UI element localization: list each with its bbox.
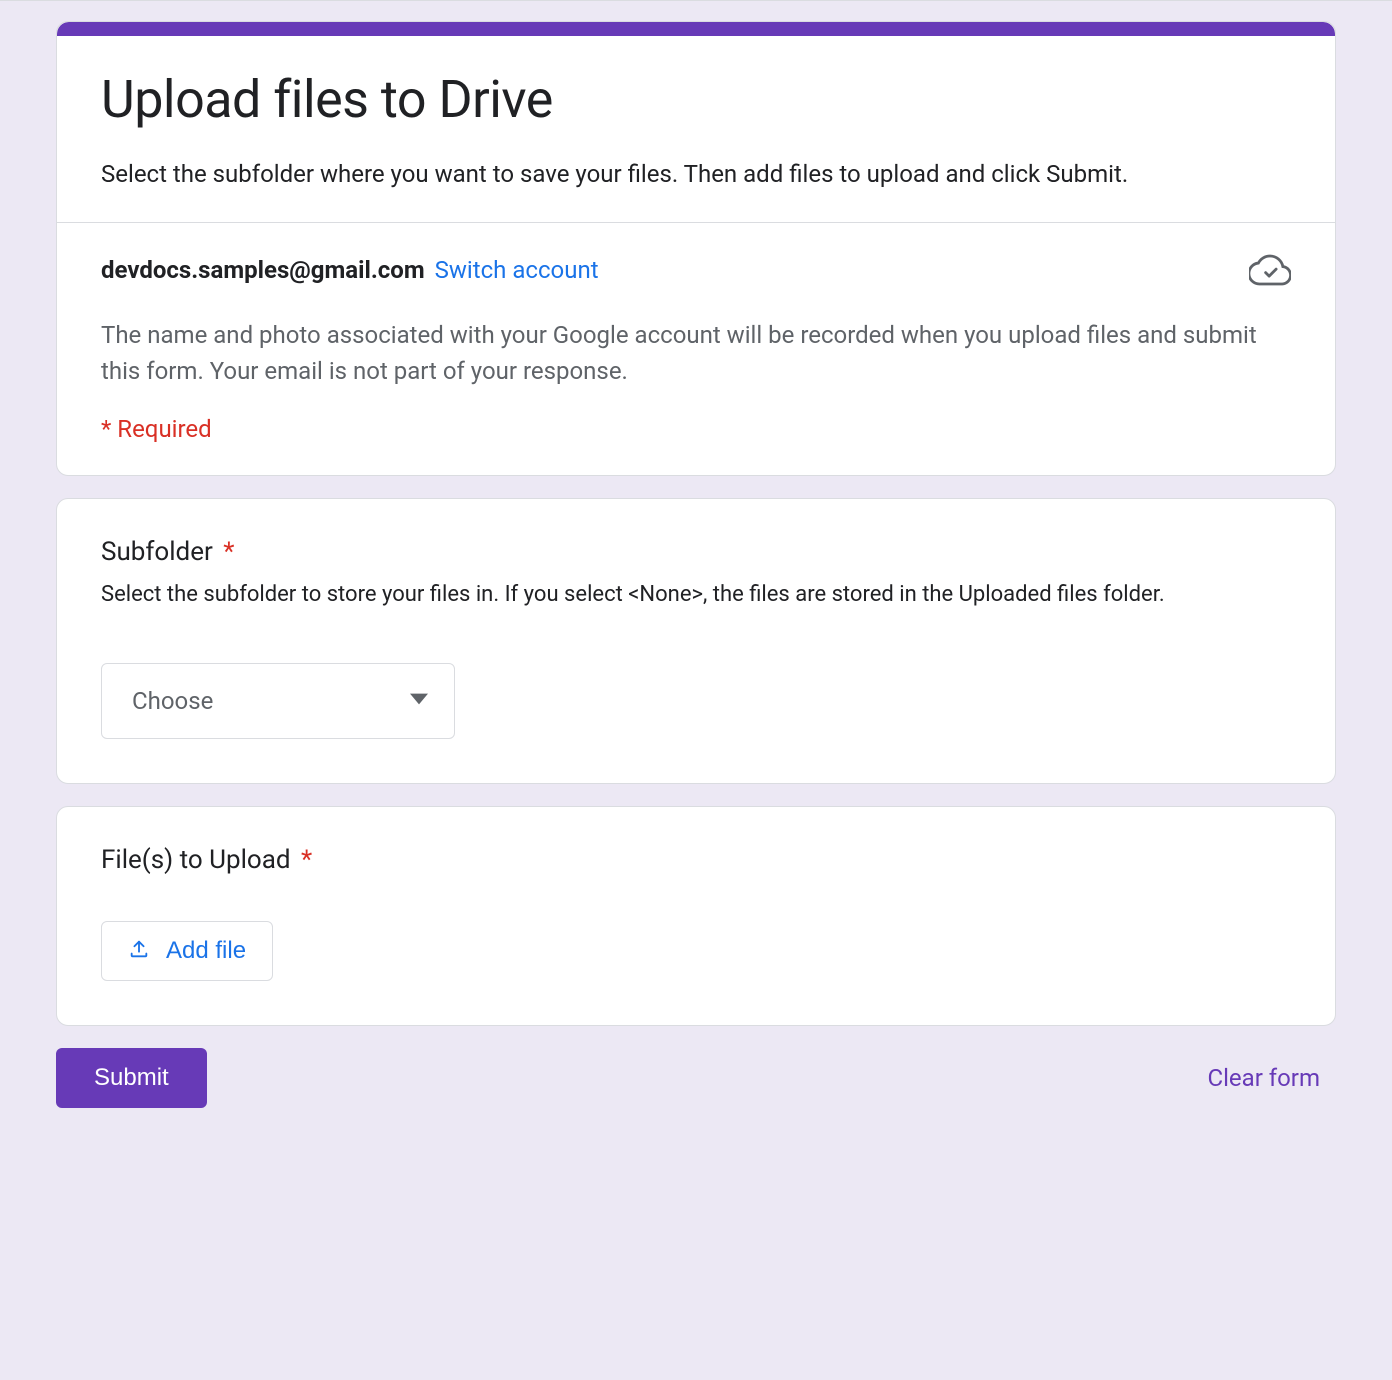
upload-icon [128,938,150,963]
question-subfolder: Subfolder * Select the subfolder to stor… [56,498,1336,784]
add-file-label: Add file [166,937,246,965]
switch-account-link[interactable]: Switch account [435,256,599,284]
form-title: Upload files to Drive [101,70,1291,130]
question-title-text: File(s) to Upload [101,845,291,875]
header-card: Upload files to Drive Select the subfold… [56,21,1336,476]
header-top: Upload files to Drive Select the subfold… [57,36,1335,222]
question-title: File(s) to Upload * [101,845,1291,875]
question-description: Select the subfolder to store your files… [101,579,1291,611]
add-file-button[interactable]: Add file [101,921,273,981]
required-star: * [301,845,312,875]
required-legend: * Required [101,415,1291,443]
question-title: Subfolder * [101,537,1291,567]
accent-bar [57,22,1335,36]
caret-down-icon [410,690,428,712]
account-row: devdocs.samples@gmail.com Switch account [101,249,1291,291]
form-description: Select the subfolder where you want to s… [101,156,1291,192]
question-files: File(s) to Upload * Add file [56,806,1336,1026]
account-left: devdocs.samples@gmail.com Switch account [101,256,599,284]
dropdown-placeholder: Choose [132,687,213,715]
clear-form-link[interactable]: Clear form [1191,1056,1336,1100]
form-footer: Submit Clear form [56,1048,1336,1108]
form-wrapper: Upload files to Drive Select the subfold… [56,21,1336,1108]
account-email: devdocs.samples@gmail.com [101,256,425,284]
account-note: The name and photo associated with your … [101,317,1291,389]
account-section: devdocs.samples@gmail.com Switch account… [57,223,1335,475]
subfolder-dropdown[interactable]: Choose [101,663,455,739]
cloud-done-icon [1249,249,1291,291]
question-title-text: Subfolder [101,537,213,567]
submit-button[interactable]: Submit [56,1048,207,1108]
required-star: * [223,537,234,567]
